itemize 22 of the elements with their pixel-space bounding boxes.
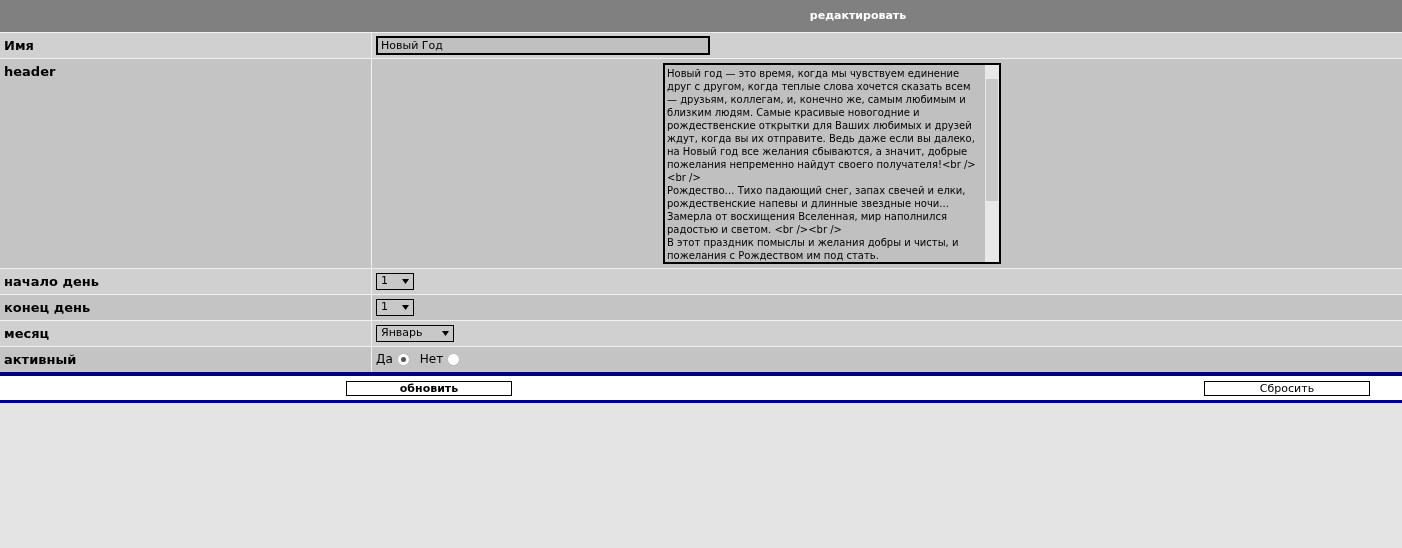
radio-button[interactable] xyxy=(447,353,461,366)
dropdown[interactable]: 1 xyxy=(376,273,414,290)
field-label: Имя xyxy=(4,38,34,53)
radio-label: Да xyxy=(376,351,393,368)
field-label: конец день xyxy=(4,300,91,315)
update-button[interactable]: обновить xyxy=(346,380,512,396)
scrollbar[interactable] xyxy=(985,65,999,262)
page-title: редактировать xyxy=(809,7,907,24)
field-label: активный xyxy=(4,352,77,367)
dropdown[interactable]: 1 xyxy=(376,299,414,316)
caret-icon xyxy=(442,331,449,336)
header-text: Новый год — это время, когда мы чувствуем единение друг с другом, когда теплые слова хочется сказать всем — друзьям, коллегам, и, конечно же, самым любимым и близким людям. Самые красивые новогодние и рождественские открытки для Ваших любимых и друзей ждут, когда вы их отправите. Ведь даже если вы далеко, на Новый год все желания сбываются, а значит, добрые пожелания непременно найдут своего получателя!<br /><br /> Рождество… Тихо падающий снег, запах свечей и елки, рождественские напевы и длинные звездные ночи... Замерла от восхищения Вселенная, мир наполнился радостью и светом. <br /><br /> В этот праздник помыслы и желания добры и чисты, и пожелания с Рождеством им под стать. xyxy=(666,67,977,262)
name-input[interactable]: Новый Год xyxy=(376,36,710,55)
field-label: месяц xyxy=(4,326,50,341)
radio-button[interactable] xyxy=(396,353,410,366)
radio-label: Нет xyxy=(419,351,444,368)
caret-icon xyxy=(402,279,409,284)
dropdown[interactable]: Январь xyxy=(376,325,454,342)
field-label: header xyxy=(4,64,56,79)
field-label: начало день xyxy=(4,274,99,289)
caret-icon xyxy=(402,305,409,310)
reset-button[interactable]: Сбросить xyxy=(1204,380,1370,396)
